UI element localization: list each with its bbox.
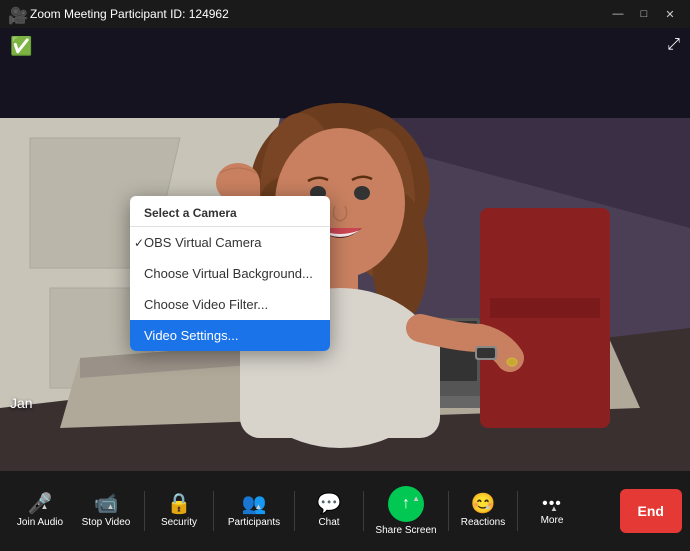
video-area: ✅ ⤢ Jan Select a Camera OBS Virtual Came… (0, 28, 690, 471)
more-button[interactable]: ••• ▲ More (522, 476, 582, 546)
app-icon: 🎥 (8, 6, 24, 22)
video-settings-item[interactable]: Video Settings... (130, 320, 330, 351)
reactions-chevron: ▲ (484, 502, 492, 511)
reactions-button[interactable]: 😊 ▲ Reactions (453, 476, 513, 546)
divider-2 (213, 491, 214, 531)
divider-4 (363, 491, 364, 531)
share-screen-label: Share Screen (375, 525, 436, 537)
share-screen-chevron: ▲ (412, 494, 420, 503)
toolbar: 🎤 ▲ Join Audio 📹 ▲ Stop Video 🔒 Security… (0, 471, 690, 551)
join-audio-chevron: ▲ (41, 502, 49, 511)
shield-icon: ✅ (10, 36, 32, 57)
video-filter-label: Choose Video Filter... (144, 297, 268, 312)
participants-chevron: ▲ (255, 502, 263, 511)
security-button[interactable]: 🔒 Security (149, 476, 209, 546)
participants-button[interactable]: 👥 ▲ Participants (218, 476, 290, 546)
virtual-bg-item[interactable]: Choose Virtual Background... (130, 258, 330, 289)
stop-video-chevron: ▲ (107, 502, 115, 511)
context-menu-title: Select a Camera (130, 196, 330, 227)
more-label: More (541, 515, 564, 527)
divider-5 (448, 491, 449, 531)
title-bar: 🎥 Zoom Meeting Participant ID: 124962 — … (0, 0, 690, 28)
stop-video-label: Stop Video (82, 517, 131, 529)
security-icon: 🔒 (167, 494, 192, 514)
chat-button[interactable]: 💬 Chat (299, 476, 359, 546)
video-filter-item[interactable]: Choose Video Filter... (130, 289, 330, 320)
security-label: Security (161, 517, 197, 529)
participant-name-label: Jan (10, 395, 33, 411)
title-bar-controls: — □ ✕ (606, 4, 682, 24)
video-feed (0, 28, 690, 471)
scene-svg (0, 28, 690, 471)
camera-obs-label: OBS Virtual Camera (144, 235, 262, 250)
title-bar-title: Zoom Meeting Participant ID: 124962 (30, 7, 229, 21)
video-settings-label: Video Settings... (144, 328, 238, 343)
divider-3 (294, 491, 295, 531)
reactions-label: Reactions (461, 517, 505, 529)
chat-label: Chat (318, 517, 339, 529)
divider-1 (144, 491, 145, 531)
chat-icon: 💬 (317, 494, 342, 514)
virtual-bg-label: Choose Virtual Background... (144, 266, 313, 281)
participants-label: Participants (228, 517, 280, 529)
divider-6 (517, 491, 518, 531)
end-button[interactable]: End (620, 489, 682, 533)
join-audio-button[interactable]: 🎤 ▲ Join Audio (8, 476, 72, 546)
context-menu: Select a Camera OBS Virtual Camera Choos… (130, 196, 330, 351)
stop-video-button[interactable]: 📹 ▲ Stop Video (72, 476, 140, 546)
fullscreen-icon[interactable]: ⤢ (667, 36, 680, 54)
camera-obs-item[interactable]: OBS Virtual Camera (130, 227, 330, 258)
title-bar-left: 🎥 Zoom Meeting Participant ID: 124962 (8, 6, 229, 22)
minimize-button[interactable]: — (606, 4, 630, 24)
more-chevron: ▲ (550, 504, 558, 513)
close-button[interactable]: ✕ (658, 4, 682, 24)
maximize-button[interactable]: □ (632, 4, 656, 24)
join-audio-label: Join Audio (17, 517, 63, 529)
share-screen-button[interactable]: ↑ ▲ Share Screen (368, 476, 444, 546)
share-screen-icon: ↑ (402, 495, 410, 513)
